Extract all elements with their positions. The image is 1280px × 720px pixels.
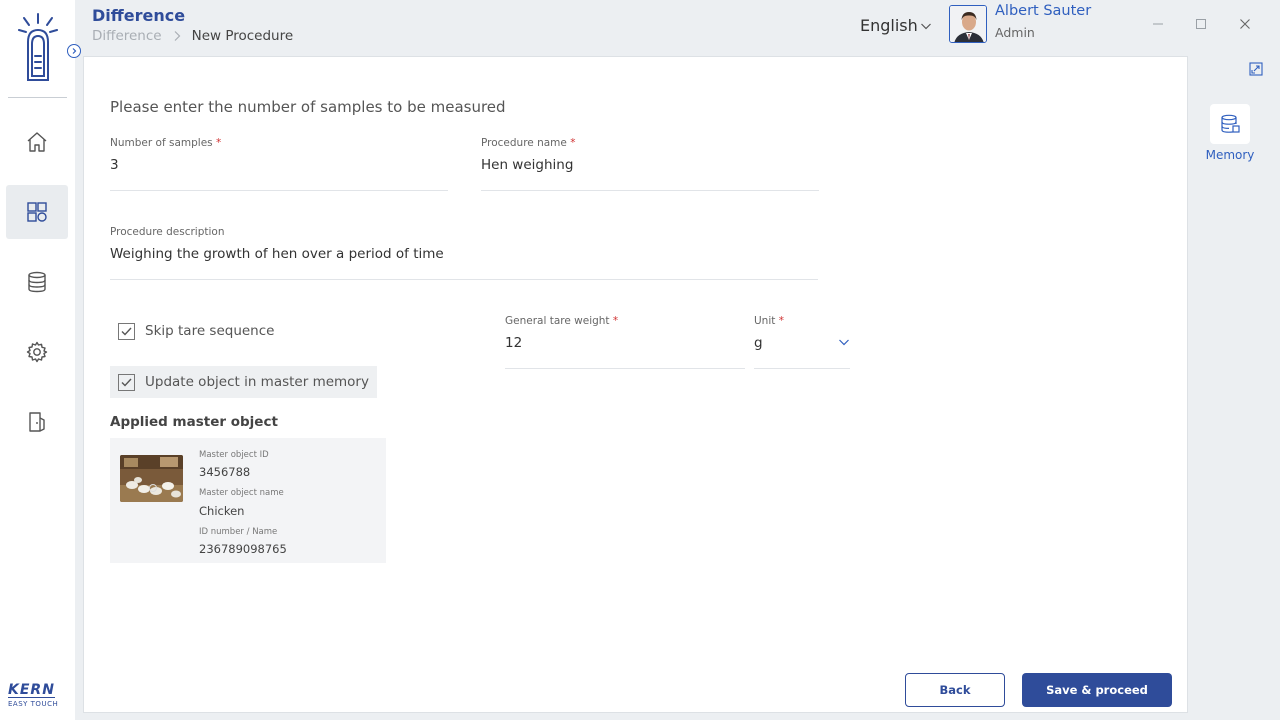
checkmark-icon [121,378,132,387]
home-icon [27,132,47,152]
tare-weight-field: General tare weight * 12 [505,315,745,369]
master-object-name-value: Chicken [199,504,245,518]
sidebar-item-database[interactable] [6,255,68,309]
gear-icon [26,341,48,363]
unit-select[interactable]: g [754,335,850,369]
chevron-right-icon [72,48,77,54]
procedure-form-card: Please enter the number of samples to be… [83,56,1188,713]
brand-logo: KERN EASY TOUCH [8,679,68,708]
procedure-name-input[interactable]: Hen weighing [481,157,819,191]
chevron-down-icon [839,339,849,346]
kern-logo-icon [18,12,58,84]
required-marker: * [612,315,619,327]
user-role: Admin [995,25,1035,40]
number-of-samples-field: Number of samples * 3 [110,137,448,191]
maximize-button[interactable] [1193,16,1209,32]
database-icon [28,271,46,293]
id-number-value: 236789098765 [199,542,287,556]
dashboard-icon [27,202,47,222]
user-name: Albert Sauter [995,3,1092,19]
unit-value: g [754,335,763,351]
procedure-description-input[interactable]: Weighing the growth of hen over a period… [110,246,818,280]
procedure-name-label: Procedure name [481,137,567,149]
sidebar-divider [8,97,67,98]
memory-label[interactable]: Memory [1188,148,1272,162]
form-prompt: Please enter the number of samples to be… [110,98,506,116]
sidebar-toggle-button[interactable] [67,44,81,58]
close-button[interactable] [1237,16,1253,32]
close-icon [1240,19,1250,29]
checkmark-icon [121,327,132,336]
sidebar-item-home[interactable] [6,115,68,169]
breadcrumb-parent[interactable]: Difference [92,28,162,44]
sidebar-item-settings[interactable] [6,325,68,379]
expand-icon [1249,62,1263,76]
header: Difference Difference New Procedure Engl… [75,0,1280,56]
procedure-description-label: Procedure description [110,226,225,238]
language-label: English [860,16,918,35]
checkbox-box[interactable] [118,373,135,391]
save-and-proceed-button[interactable]: Save & proceed [1022,673,1172,707]
tare-weight-label: General tare weight [505,315,610,327]
number-of-samples-label: Number of samples [110,137,213,149]
sidebar: KERN EASY TOUCH [0,0,75,720]
chicken-thumbnail [120,455,183,502]
expand-button[interactable] [1249,61,1263,76]
number-of-samples-input[interactable]: 3 [110,157,448,191]
breadcrumb: Difference New Procedure [92,28,293,44]
procedure-name-field: Procedure name * Hen weighing [481,137,819,191]
checkbox-box[interactable] [118,322,135,340]
breadcrumb-current: New Procedure [191,28,294,44]
procedure-description-field: Procedure description Weighing the growt… [110,226,818,280]
back-button[interactable]: Back [905,673,1005,707]
avatar[interactable] [949,5,987,43]
sidebar-item-logout[interactable] [6,395,68,449]
required-marker: * [778,315,784,327]
brand-tagline: EASY TOUCH [8,700,59,708]
master-object-id-label: Master object ID [199,450,269,460]
chevron-right-icon [174,31,180,41]
tare-weight-input[interactable]: 12 [505,335,745,369]
master-object-card[interactable]: Master object ID 3456788 Master object n… [110,438,386,563]
language-selector[interactable]: English [860,16,932,35]
brand-name: KERN [8,682,55,698]
minimize-icon [1153,23,1163,25]
master-object-id-value: 3456788 [199,465,251,479]
right-panel: Memory [1188,56,1280,713]
master-object-name-label: Master object name [199,488,284,498]
memory-database-icon [1221,114,1240,133]
sidebar-item-dashboard[interactable] [6,185,68,239]
page-title: Difference [92,6,186,25]
skip-tare-checkbox[interactable]: Skip tare sequence [110,315,282,347]
maximize-icon [1196,19,1206,29]
unit-label: Unit [754,315,776,327]
required-marker: * [215,137,222,149]
chevron-down-icon [920,23,931,29]
logout-icon [29,412,45,432]
master-object-heading: Applied master object [110,414,278,430]
memory-button[interactable] [1210,104,1250,144]
required-marker: * [570,137,576,149]
minimize-button[interactable] [1150,16,1166,32]
unit-field: Unit * g [754,315,850,369]
id-number-label: ID number / Name [199,527,278,537]
update-master-checkbox[interactable]: Update object in master memory [110,366,377,398]
skip-tare-label: Skip tare sequence [145,323,275,339]
update-master-label: Update object in master memory [145,374,369,390]
